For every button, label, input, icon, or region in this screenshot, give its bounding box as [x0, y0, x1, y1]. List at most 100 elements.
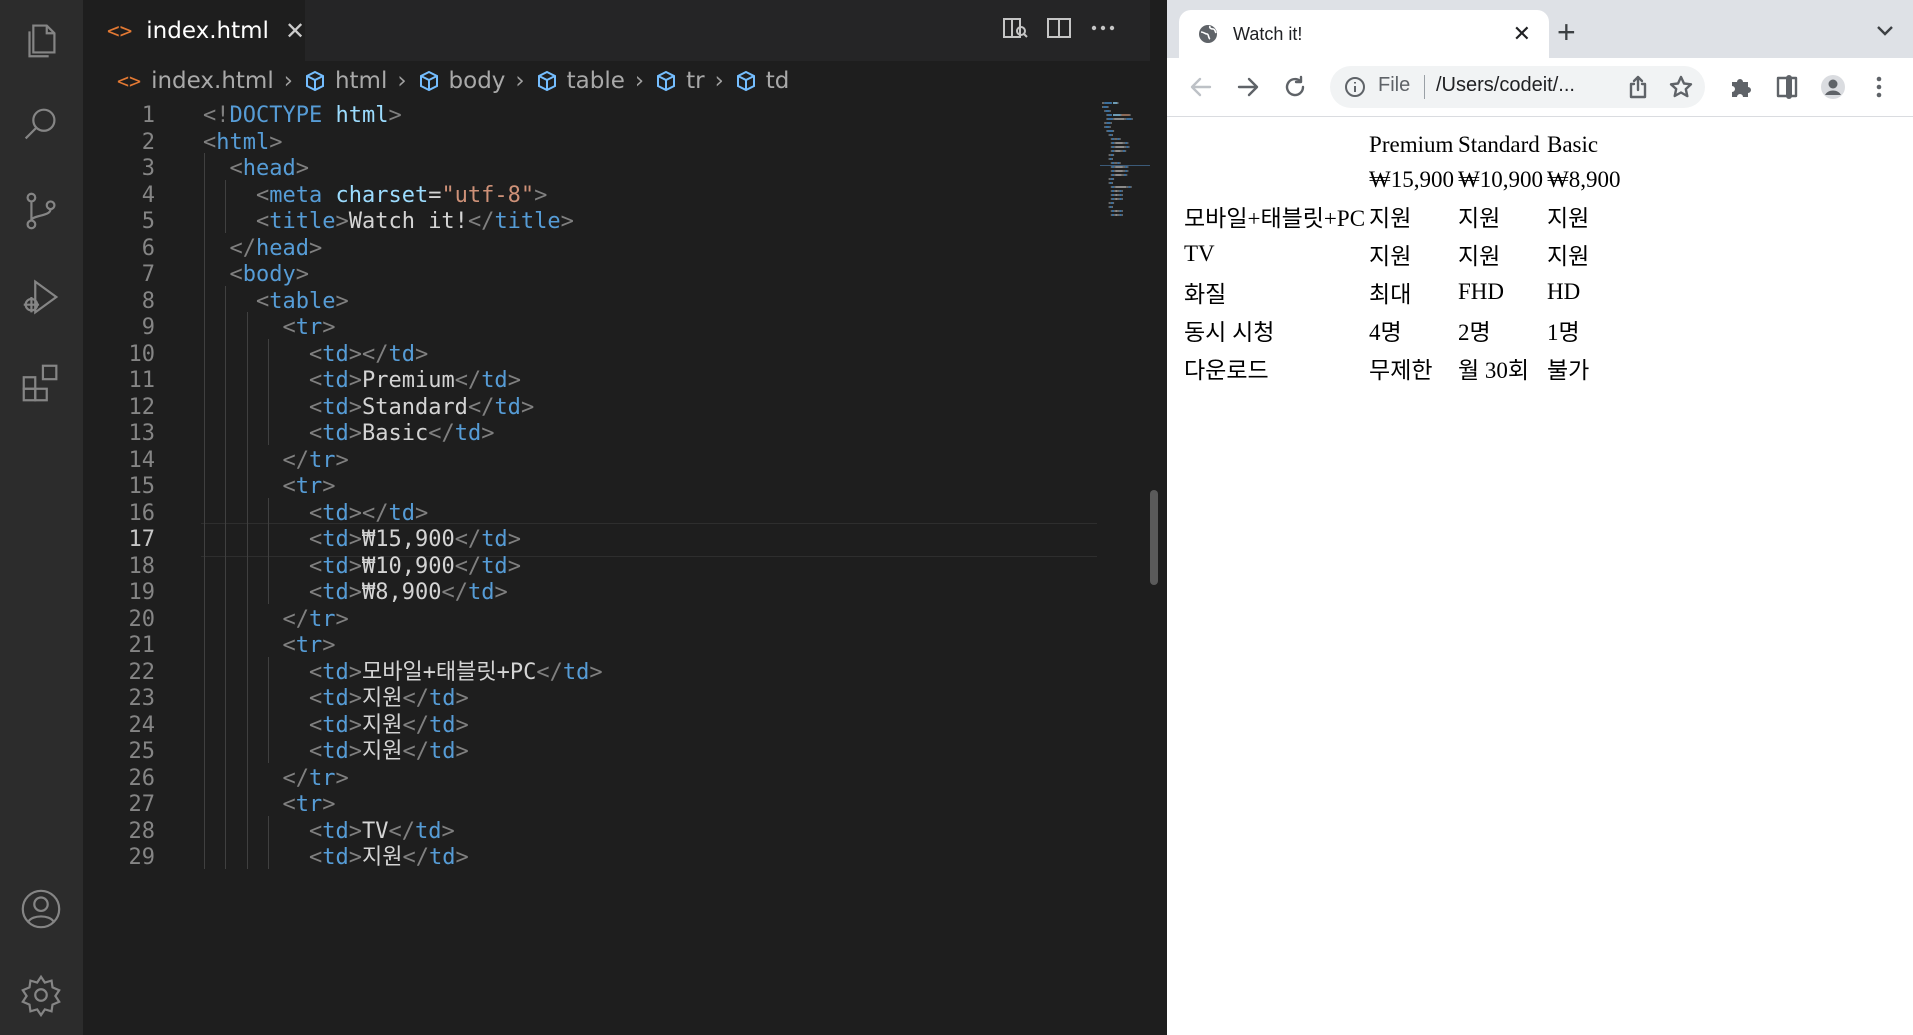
- code-text: <td>지원</td>: [308, 845, 469, 870]
- bookmark-star-icon[interactable]: [1665, 71, 1697, 103]
- browser-tab-watch-it[interactable]: Watch it! ✕: [1179, 10, 1549, 58]
- indent-guide: [225, 471, 227, 498]
- table-cell: [1183, 128, 1366, 161]
- indent-guide: [267, 842, 269, 869]
- address-url[interactable]: /Users/codeit/...: [1436, 74, 1575, 97]
- table-cell: 화질: [1184, 282, 1227, 307]
- breadcrumb-separator-icon: ›: [515, 68, 525, 94]
- table-cell: ₩8,900: [1546, 166, 1621, 192]
- indent-guide: [204, 842, 205, 869]
- minimap[interactable]: [1100, 100, 1150, 300]
- side-panel-icon[interactable]: [1771, 71, 1803, 103]
- rendered-page: Premium Standard Basic ₩15,900 ₩10,900 ₩8,900…: [1181, 126, 1623, 388]
- indent-guide: [246, 789, 248, 816]
- breadcrumb-item[interactable]: td: [734, 68, 790, 94]
- share-icon[interactable]: [1622, 71, 1654, 103]
- indent-guide: [225, 550, 227, 577]
- indent-guide: [225, 577, 227, 604]
- close-browser-tab-icon[interactable]: ✕: [1513, 22, 1531, 47]
- editor-tab-index-html[interactable]: <> index.html ✕: [83, 0, 305, 61]
- breadcrumb-separator-icon: ›: [283, 68, 293, 94]
- search-icon[interactable]: [14, 98, 68, 152]
- tab-search-chevron-icon[interactable]: [1873, 18, 1897, 42]
- code-editor: <> index.html ✕ <> index.html › html › body › t…: [83, 0, 1150, 1035]
- table-row: 모바일+태블릿+PC 지원 지원 지원: [1183, 198, 1621, 234]
- split-editor-icon[interactable]: [1045, 14, 1077, 46]
- table-row: 동시 시청 4명 2명 1명: [1183, 312, 1621, 348]
- profile-avatar-icon[interactable]: [1817, 71, 1849, 103]
- table-cell: ₩10,900: [1458, 166, 1543, 192]
- table-cell: 지원: [1546, 206, 1590, 231]
- table-cell: ₩15,900: [1369, 166, 1455, 192]
- indent-guide: [246, 338, 248, 365]
- new-tab-button[interactable]: +: [1557, 16, 1576, 48]
- table-cell: 동시 시청: [1184, 320, 1275, 345]
- indent-guide: [225, 789, 227, 816]
- extensions-puzzle-icon[interactable]: [1725, 71, 1757, 103]
- breadcrumb-item[interactable]: <> index.html: [117, 68, 274, 94]
- indent-guide: [204, 736, 205, 763]
- table-cell: 지원: [1458, 206, 1501, 231]
- indent-guide: [225, 497, 227, 524]
- browser-tab-title: Watch it!: [1233, 23, 1303, 44]
- open-preview-icon[interactable]: [1001, 14, 1033, 46]
- settings-gear-icon[interactable]: [14, 968, 68, 1022]
- indent-guide: [246, 603, 248, 630]
- indent-guide: [204, 444, 205, 471]
- indent-guide: [246, 497, 248, 524]
- more-actions-icon[interactable]: [1089, 14, 1121, 46]
- breadcrumb-label: index.html: [151, 68, 274, 94]
- indent-guide: [246, 418, 248, 445]
- code-line[interactable]: 29 <td>지원</td>: [83, 842, 1150, 874]
- indent-guide: [204, 577, 205, 604]
- indent-guide: [204, 789, 205, 816]
- indent-guide: [204, 259, 205, 286]
- breadcrumb-item[interactable]: html: [303, 68, 387, 94]
- indent-guide: [246, 630, 248, 657]
- breadcrumb-label: table: [566, 68, 625, 94]
- breadcrumb-label: td: [765, 68, 790, 94]
- extensions-icon[interactable]: [14, 356, 68, 410]
- indent-guide: [267, 577, 269, 604]
- indent-guide: [267, 550, 269, 577]
- address-divider: [1424, 75, 1425, 99]
- table-row: Premium Standard Basic: [1183, 128, 1621, 161]
- indent-guide: [225, 815, 227, 842]
- indent-guide: [225, 285, 227, 312]
- back-arrow-icon[interactable]: [1185, 71, 1217, 103]
- indent-guide: [225, 656, 227, 683]
- indent-guide: [204, 550, 205, 577]
- browser-menu-icon[interactable]: [1863, 71, 1895, 103]
- indent-guide: [267, 365, 269, 392]
- table-cell: 최대: [1369, 282, 1412, 307]
- table-cell: 2명: [1458, 320, 1491, 345]
- indent-guide: [267, 656, 269, 683]
- forward-arrow-icon[interactable]: [1232, 71, 1264, 103]
- editor-scrollbar[interactable]: [1150, 490, 1158, 585]
- table-cell: [1183, 163, 1366, 196]
- source-control-icon[interactable]: [14, 184, 68, 238]
- close-tab-icon[interactable]: ✕: [285, 17, 305, 45]
- indent-guide: [204, 418, 205, 445]
- breadcrumb-item[interactable]: table: [535, 68, 625, 94]
- table-row: 다운로드 무제한 월 30회 불가: [1183, 350, 1621, 386]
- table-cell: 지원: [1369, 206, 1412, 231]
- indent-guide: [204, 471, 205, 498]
- run-debug-icon[interactable]: [14, 270, 68, 324]
- indent-guide: [246, 391, 248, 418]
- account-icon[interactable]: [14, 882, 68, 936]
- indent-guide: [246, 709, 248, 736]
- indent-guide: [204, 179, 205, 206]
- reload-icon[interactable]: [1279, 71, 1311, 103]
- explorer-icon[interactable]: [14, 12, 68, 66]
- site-info-icon[interactable]: [1344, 76, 1366, 98]
- indent-guide: [204, 709, 205, 736]
- indent-guide: [267, 524, 269, 551]
- indent-guide: [267, 497, 269, 524]
- browser-window: Watch it! ✕ + File /Users/codeit/... Pre…: [1167, 0, 1913, 1035]
- indent-guide: [204, 312, 205, 339]
- breadcrumb-item[interactable]: body: [417, 68, 505, 94]
- breadcrumb-item[interactable]: tr: [654, 68, 705, 94]
- indent-guide: [204, 206, 205, 233]
- indent-guide: [246, 365, 248, 392]
